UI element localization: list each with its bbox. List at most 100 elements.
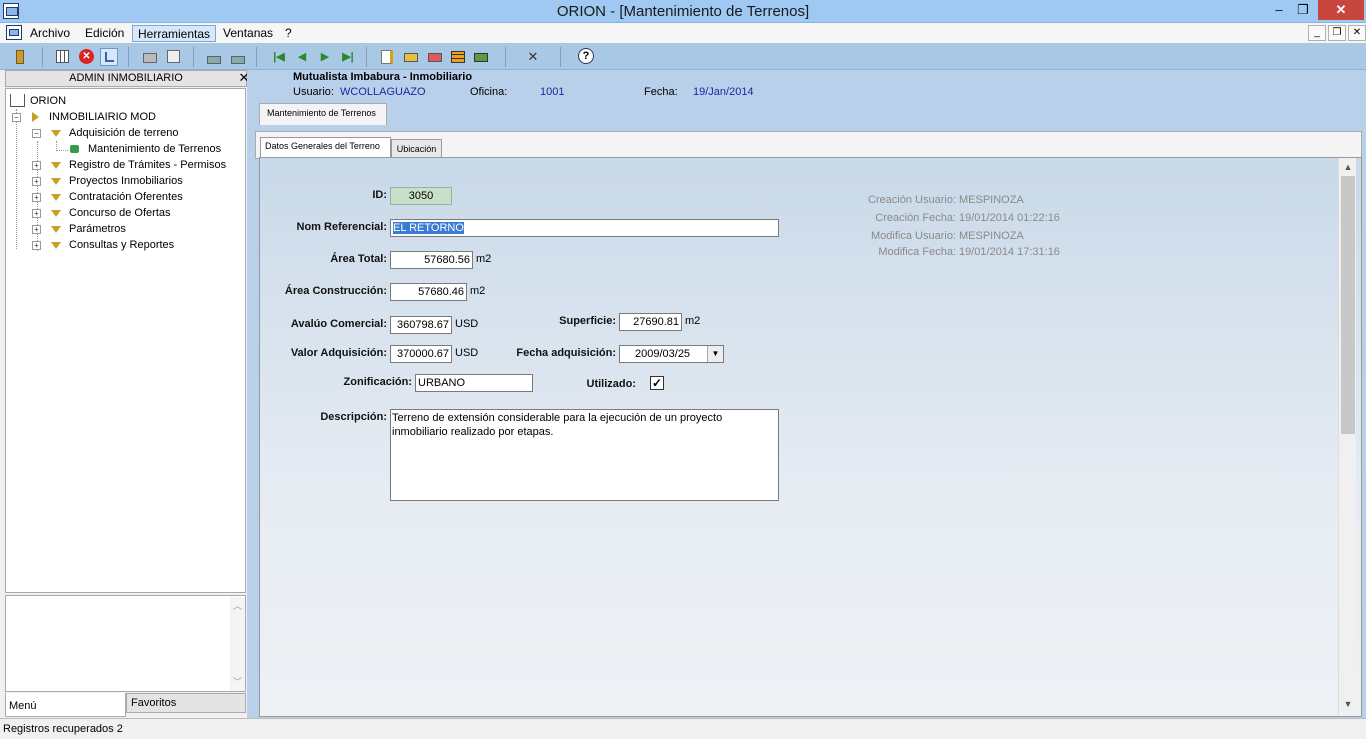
first-record-icon[interactable]: |◀: [270, 48, 288, 66]
folder-icon: [51, 162, 61, 169]
print-icon[interactable]: [141, 48, 159, 66]
tab-ubicacion[interactable]: Ubicación: [391, 139, 442, 159]
tab-mantenimiento-terrenos[interactable]: Mantenimiento de Terrenos: [259, 103, 387, 125]
toolbar-separator: [505, 47, 506, 67]
usuario-label: Usuario:: [293, 86, 334, 98]
tab-favoritos[interactable]: Favoritos: [126, 693, 246, 713]
left-panel-header: ADMIN INMOBILIARIO ✕: [5, 70, 249, 87]
expand-icon[interactable]: +: [32, 193, 41, 202]
session-info: Mutualista Imbabura - Inmobiliario Usuar…: [255, 70, 1366, 128]
content-frame: Datos Generales del Terreno Ubicación ID…: [255, 127, 1366, 718]
previous-record-icon[interactable]: ◀: [293, 48, 311, 66]
creacion-usuario-label: Creación Usuario:: [867, 194, 956, 206]
status-bar: Registros recuperados 2: [0, 718, 1366, 738]
modifica-usuario-label: Modifica Usuario:: [871, 230, 956, 242]
expand-icon[interactable]: +: [32, 209, 41, 218]
area-construccion-unit: m2: [470, 285, 486, 297]
area-construccion-input[interactable]: 57680.46: [390, 283, 467, 301]
folder-icon: [32, 112, 39, 122]
menu-edicion[interactable]: Edición: [80, 25, 129, 42]
left-panel-tabs: Menú Favoritos: [5, 693, 246, 717]
expand-icon[interactable]: +: [32, 161, 41, 170]
fecha-adquisicion-label: Fecha adquisición:: [516, 347, 616, 359]
folder-icon: [51, 194, 61, 201]
form-scrollbar[interactable]: ▲ ▼: [1338, 158, 1356, 715]
help-icon[interactable]: ?: [578, 48, 594, 64]
expand-icon[interactable]: +: [32, 225, 41, 234]
tree-label: Proyectos Inmobiliarios: [69, 175, 183, 187]
execute-query-icon[interactable]: [472, 48, 490, 66]
scrollbar[interactable]: ︿ ﹀: [230, 597, 245, 691]
grid-icon[interactable]: [54, 48, 72, 66]
toolbar-separator: [128, 47, 129, 67]
scroll-down-icon[interactable]: ﹀: [230, 675, 245, 688]
collapse-icon[interactable]: −: [12, 113, 21, 122]
exit-door-icon[interactable]: [13, 48, 31, 66]
panel-splitter[interactable]: [247, 70, 255, 718]
zonificacion-input[interactable]: URBANO: [415, 374, 533, 392]
utilizado-checkbox[interactable]: ✓: [650, 376, 664, 390]
delete-record-icon[interactable]: [426, 48, 444, 66]
nom-referencial-input[interactable]: EL RETORNO: [390, 219, 779, 237]
scroll-up-icon[interactable]: ︿: [230, 599, 245, 612]
menu-archivo[interactable]: Archivo: [25, 25, 75, 42]
descripcion-textarea[interactable]: Terreno de extensión considerable para l…: [390, 409, 779, 501]
avaluo-comercial-unit: USD: [455, 318, 479, 330]
folder-icon: [51, 130, 61, 137]
menu-ventanas[interactable]: Ventanas: [218, 25, 278, 42]
mdi-minimize-button[interactable]: _: [1308, 25, 1326, 41]
expand-icon[interactable]: +: [32, 241, 41, 250]
folder-icon: [51, 242, 61, 249]
tab-menu[interactable]: Menú: [5, 693, 126, 717]
usuario-value: WCOLLAGUAZO: [340, 86, 426, 98]
collapse-icon[interactable]: −: [32, 129, 41, 138]
folder-icon: [51, 210, 61, 217]
menu-help[interactable]: ?: [280, 25, 297, 42]
new-record-icon[interactable]: [378, 48, 396, 66]
print-preview-icon[interactable]: [165, 48, 183, 66]
utilizado-label: Utilizado:: [586, 378, 637, 390]
company-name: Mutualista Imbabura - Inmobiliario: [293, 71, 473, 83]
minimize-button[interactable]: –: [1268, 0, 1290, 20]
tree-label: Adquisición de terreno: [69, 127, 179, 139]
scroll-up-icon[interactable]: ▲: [1339, 159, 1357, 175]
valor-adquisicion-unit: USD: [455, 347, 479, 359]
query-icon[interactable]: [449, 48, 467, 66]
mdi-close-button[interactable]: ✕: [1348, 25, 1366, 41]
restore-button[interactable]: ❐: [1292, 0, 1314, 20]
fecha-adquisicion-value: 2009/03/25: [635, 348, 691, 360]
chevron-down-icon[interactable]: ▼: [707, 346, 723, 362]
window-title: ORION - [Mantenimiento de Terrenos]: [556, 3, 810, 20]
id-field: 3050: [390, 187, 452, 205]
save-record-icon[interactable]: [402, 48, 420, 66]
area-total-unit: m2: [476, 253, 492, 265]
import-icon[interactable]: [205, 48, 223, 66]
cancel-icon[interactable]: ✕: [524, 48, 542, 66]
toolbar-separator: [256, 47, 257, 67]
tree-line: [16, 109, 17, 249]
fecha-adquisicion-input[interactable]: 2009/03/25 ▼: [619, 345, 724, 363]
tree-view-icon[interactable]: [100, 48, 118, 66]
mdi-app-icon[interactable]: [6, 25, 22, 40]
title-bar: ORION - [Mantenimiento de Terrenos] – ❐ …: [0, 0, 1366, 23]
valor-adquisicion-input[interactable]: 370000.67: [390, 345, 452, 363]
superficie-label: Superficie:: [559, 315, 616, 327]
home-icon: [10, 94, 25, 107]
export-icon[interactable]: [229, 48, 247, 66]
scroll-down-icon[interactable]: ▼: [1339, 696, 1357, 712]
close-window-button[interactable]: ✕: [1318, 0, 1364, 20]
toolbar-separator: [193, 47, 194, 67]
area-construccion-label: Área Construcción:: [284, 285, 387, 297]
last-record-icon[interactable]: ▶|: [339, 48, 357, 66]
scroll-thumb[interactable]: [1341, 176, 1355, 434]
stop-icon[interactable]: ✕: [78, 48, 96, 66]
modifica-usuario-value: MESPINOZA: [959, 230, 1024, 242]
superficie-input[interactable]: 27690.81: [619, 313, 682, 331]
mdi-restore-button[interactable]: ❐: [1328, 25, 1346, 41]
avaluo-comercial-input[interactable]: 360798.67: [390, 316, 452, 334]
area-total-input[interactable]: 57680.56: [390, 251, 473, 269]
expand-icon[interactable]: +: [32, 177, 41, 186]
menu-herramientas[interactable]: Herramientas: [132, 25, 217, 42]
next-record-icon[interactable]: ▶: [316, 48, 334, 66]
fecha-value: 19/Jan/2014: [693, 86, 754, 98]
